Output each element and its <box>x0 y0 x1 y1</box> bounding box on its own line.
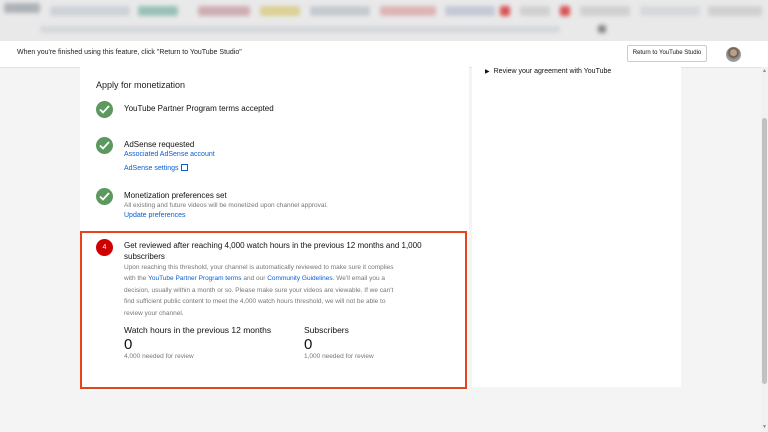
step-title: Monetization preferences set <box>124 191 227 200</box>
review-description: Upon reaching this threshold, your chann… <box>124 262 396 319</box>
step-title: AdSense requested <box>124 140 195 149</box>
tab-blur <box>500 6 510 16</box>
tab-blur <box>640 6 700 16</box>
tab-blur <box>310 6 370 16</box>
review-agreement-label: Review your agreement with YouTube <box>493 68 612 75</box>
step-description: All existing and future videos will be m… <box>124 202 328 209</box>
check-circle-icon <box>96 101 113 118</box>
step-title: YouTube Partner Program terms accepted <box>124 104 274 113</box>
tab-blur <box>260 6 300 16</box>
return-to-studio-button[interactable]: Return to YouTube Studio <box>627 45 707 62</box>
check-circle-icon <box>96 137 113 154</box>
tab-blur <box>138 6 178 16</box>
return-notice-text: When you're finished using this feature,… <box>17 49 242 56</box>
return-notice-bar: When you're finished using this feature,… <box>0 41 768 68</box>
browser-chrome <box>0 0 768 41</box>
tab-blur <box>380 6 436 16</box>
tab-blur <box>580 6 630 16</box>
tab-blur <box>198 6 250 16</box>
adsense-settings-link[interactable]: AdSense settings <box>124 163 189 172</box>
tab-blur <box>4 3 40 13</box>
external-link-icon <box>181 164 189 171</box>
review-text: and our <box>241 275 268 283</box>
adsense-settings-label: AdSense settings <box>124 165 179 172</box>
scroll-down-icon[interactable]: ▼ <box>762 424 767 430</box>
tab-blur <box>708 6 762 16</box>
watch-hours-value: 0 <box>124 336 133 353</box>
subscribers-value: 0 <box>304 336 313 353</box>
tab-blur <box>520 6 550 16</box>
subscribers-label: Subscribers <box>304 325 349 335</box>
review-title: Get reviewed after reaching 4,000 watch … <box>124 241 422 261</box>
tab-blur <box>50 6 130 16</box>
toolbar-blur <box>598 25 606 33</box>
subscribers-note: 1,000 needed for review <box>304 353 374 360</box>
section-title: Apply for monetization <box>96 80 186 90</box>
watch-hours-note: 4,000 needed for review <box>124 353 194 360</box>
toolbar-blur <box>40 26 560 33</box>
community-guidelines-link[interactable]: Community Guidelines <box>267 275 332 282</box>
check-circle-icon <box>96 188 113 205</box>
triangle-right-icon: ▶ <box>485 69 490 75</box>
side-panel: ▶ Review your agreement with YouTube <box>472 67 681 387</box>
review-agreement-link[interactable]: ▶ Review your agreement with YouTube <box>485 68 611 75</box>
avatar[interactable] <box>726 47 741 62</box>
scroll-up-icon[interactable]: ▲ <box>762 68 767 74</box>
scrollbar-thumb[interactable] <box>762 118 767 384</box>
partner-program-terms-link[interactable]: YouTube Partner Program terms <box>148 275 241 282</box>
watch-hours-label: Watch hours in the previous 12 months <box>124 325 272 335</box>
update-preferences-link[interactable]: Update preferences <box>124 212 185 219</box>
tab-blur <box>445 6 495 16</box>
associated-adsense-link[interactable]: Associated AdSense account <box>124 151 215 158</box>
tab-blur <box>560 6 570 16</box>
